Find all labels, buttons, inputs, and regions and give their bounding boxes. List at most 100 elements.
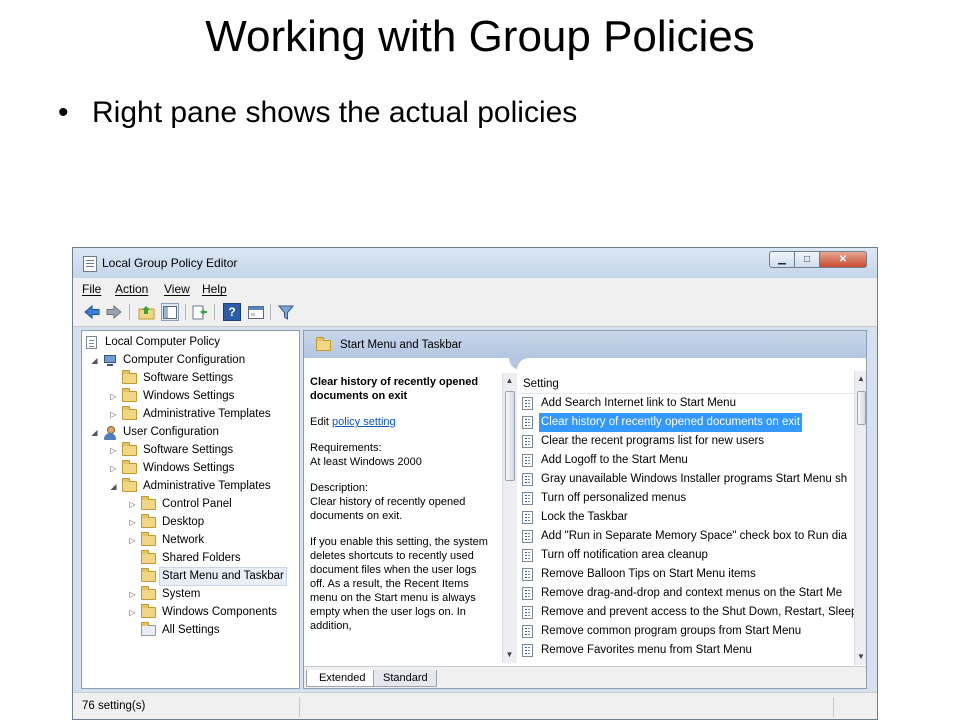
expander-closed-icon[interactable]: ▷: [128, 500, 137, 509]
app-icon: [83, 256, 97, 272]
folder-icon: [141, 532, 156, 546]
help-icon[interactable]: ?: [223, 303, 241, 321]
setting-row-label: Remove common program groups from Start …: [541, 625, 802, 637]
setting-row[interactable]: Turn off personalized menus: [518, 489, 854, 508]
filter-icon[interactable]: [277, 303, 295, 321]
tree-node-all-settings[interactable]: All Settings: [128, 622, 222, 639]
expander-closed-icon[interactable]: ▷: [128, 590, 137, 599]
forward-arrow-icon[interactable]: [105, 303, 123, 321]
setting-row[interactable]: Add Logoff to the Start Menu: [518, 451, 854, 470]
expander-closed-icon[interactable]: ▷: [128, 518, 137, 527]
up-folder-icon[interactable]: [137, 303, 155, 321]
setting-row[interactable]: Remove common program groups from Start …: [518, 622, 854, 641]
tree-node-start-menu-and-taskbar[interactable]: Start Menu and Taskbar: [128, 567, 287, 586]
tree-node-label: Computer Configuration: [123, 354, 246, 366]
tree-node-label: System: [162, 588, 201, 600]
expander-closed-icon[interactable]: ▷: [128, 536, 137, 545]
setting-row[interactable]: Turn off notification area cleanup: [518, 546, 854, 565]
tree-node-user-configuration[interactable]: ◢ User Configuration: [90, 424, 221, 441]
tree-node-computer-configuration[interactable]: ◢ Computer Configuration: [90, 352, 247, 369]
scroll-down-icon[interactable]: ▼: [855, 650, 866, 664]
expander-closed-icon[interactable]: ▷: [109, 446, 118, 455]
folder-icon: [122, 388, 137, 402]
menu-view[interactable]: View: [164, 282, 190, 296]
tree-node-label: All Settings: [162, 624, 220, 636]
scroll-up-icon[interactable]: ▲: [855, 372, 866, 386]
menu-action[interactable]: Action: [115, 282, 148, 296]
menu-file[interactable]: File: [82, 282, 101, 296]
policy-setting-icon: [522, 473, 533, 486]
tree-node-administrative-templates[interactable]: ▷ Administrative Templates: [109, 406, 273, 423]
policy-setting-icon: [522, 454, 533, 467]
tree-node-label: Windows Settings: [143, 390, 235, 402]
setting-row[interactable]: Lock the Taskbar: [518, 508, 854, 527]
edit-policy-setting-link[interactable]: policy setting: [332, 416, 396, 428]
setting-row-label: Remove drag-and-drop and context menus o…: [541, 587, 843, 599]
show-hide-tree-icon[interactable]: [161, 303, 179, 321]
policy-setting-icon: [522, 644, 533, 657]
scroll-down-icon[interactable]: ▼: [503, 648, 516, 662]
expander-closed-icon[interactable]: ▷: [109, 464, 118, 473]
description-scrollbar[interactable]: ▲ ▼: [502, 373, 517, 663]
settings-list: Setting Add Search Internet link to Star…: [518, 371, 854, 665]
policy-setting-icon: [522, 397, 533, 410]
tab-standard[interactable]: Standard: [370, 670, 437, 687]
scroll-up-icon[interactable]: ▲: [503, 374, 516, 388]
policy-setting-icon: [522, 568, 533, 581]
expander-closed-icon[interactable]: ▷: [128, 608, 137, 617]
expander-open-icon[interactable]: ◢: [90, 428, 99, 437]
column-header-label: Setting: [523, 378, 559, 390]
expander-open-icon[interactable]: ◢: [90, 356, 99, 365]
policy-setting-icon: [522, 416, 533, 429]
tree-node-windows-settings[interactable]: ▷ Windows Settings: [109, 460, 236, 477]
setting-row[interactable]: Remove and prevent access to the Shut Do…: [518, 603, 854, 622]
properties-icon[interactable]: [247, 303, 265, 321]
tree-node-desktop[interactable]: ▷ Desktop: [128, 514, 206, 531]
setting-row[interactable]: Gray unavailable Windows Installer progr…: [518, 470, 854, 489]
setting-row[interactable]: Remove drag-and-drop and context menus o…: [518, 584, 854, 603]
setting-row[interactable]: Add "Run in Separate Memory Space" check…: [518, 527, 854, 546]
tree-node-administrative-templates[interactable]: ◢ Administrative Templates: [109, 478, 273, 495]
view-tabs: Extended Standard: [304, 666, 866, 688]
policy-setting-icon: [522, 435, 533, 448]
setting-column-header[interactable]: Setting: [518, 371, 854, 394]
tree-node-network[interactable]: ▷ Network: [128, 532, 206, 549]
tree-node-control-panel[interactable]: ▷ Control Panel: [128, 496, 234, 513]
tree-node-software-settings[interactable]: Software Settings: [109, 370, 235, 387]
back-arrow-icon[interactable]: [83, 303, 101, 321]
minimize-button[interactable]: ▁: [769, 251, 795, 268]
tab-extended[interactable]: Extended: [306, 670, 375, 687]
tree-node-windows-settings[interactable]: ▷ Windows Settings: [109, 388, 236, 405]
maximize-button[interactable]: □: [794, 251, 820, 268]
tree-node-system[interactable]: ▷ System: [128, 586, 202, 603]
policy-setting-icon: [522, 587, 533, 600]
expander-closed-icon[interactable]: ▷: [109, 410, 118, 419]
expander-open-icon[interactable]: ◢: [109, 482, 118, 491]
scrollbar-thumb[interactable]: [857, 391, 866, 425]
setting-row-selected[interactable]: Clear history of recently opened documen…: [518, 413, 854, 432]
setting-row[interactable]: Remove Balloon Tips on Start Menu items: [518, 565, 854, 584]
setting-row[interactable]: Clear the recent programs list for new u…: [518, 432, 854, 451]
bullet-text: Right pane shows the actual policies: [92, 96, 578, 129]
setting-row[interactable]: Add Search Internet link to Start Menu: [518, 394, 854, 413]
tree-node-label: User Configuration: [123, 426, 219, 438]
tree-node-software-settings[interactable]: ▷ Software Settings: [109, 442, 235, 459]
policy-description-title: Clear history of recently opened documen…: [310, 376, 479, 402]
window-titlebar[interactable]: Local Group Policy Editor ▁ □ ✕: [73, 248, 877, 278]
tree-node-windows-components[interactable]: ▷ Windows Components: [128, 604, 279, 621]
slide-title: Working with Group Policies: [205, 12, 755, 61]
settings-list-scrollbar[interactable]: ▲ ▼: [854, 371, 866, 665]
tree-node-shared-folders[interactable]: Shared Folders: [128, 550, 243, 567]
menu-help[interactable]: Help: [202, 282, 227, 296]
tree-node-label: Administrative Templates: [143, 480, 271, 492]
tree-node-label: Software Settings: [143, 444, 234, 456]
scrollbar-thumb[interactable]: [505, 391, 515, 481]
close-button[interactable]: ✕: [819, 251, 867, 268]
folder-icon: [141, 514, 156, 528]
export-list-icon[interactable]: [191, 303, 209, 321]
tree-node-local-computer-policy[interactable]: Local Computer Policy: [86, 334, 222, 351]
setting-row[interactable]: Remove Favorites menu from Start Menu: [518, 641, 854, 660]
expander-closed-icon[interactable]: ▷: [109, 392, 118, 401]
